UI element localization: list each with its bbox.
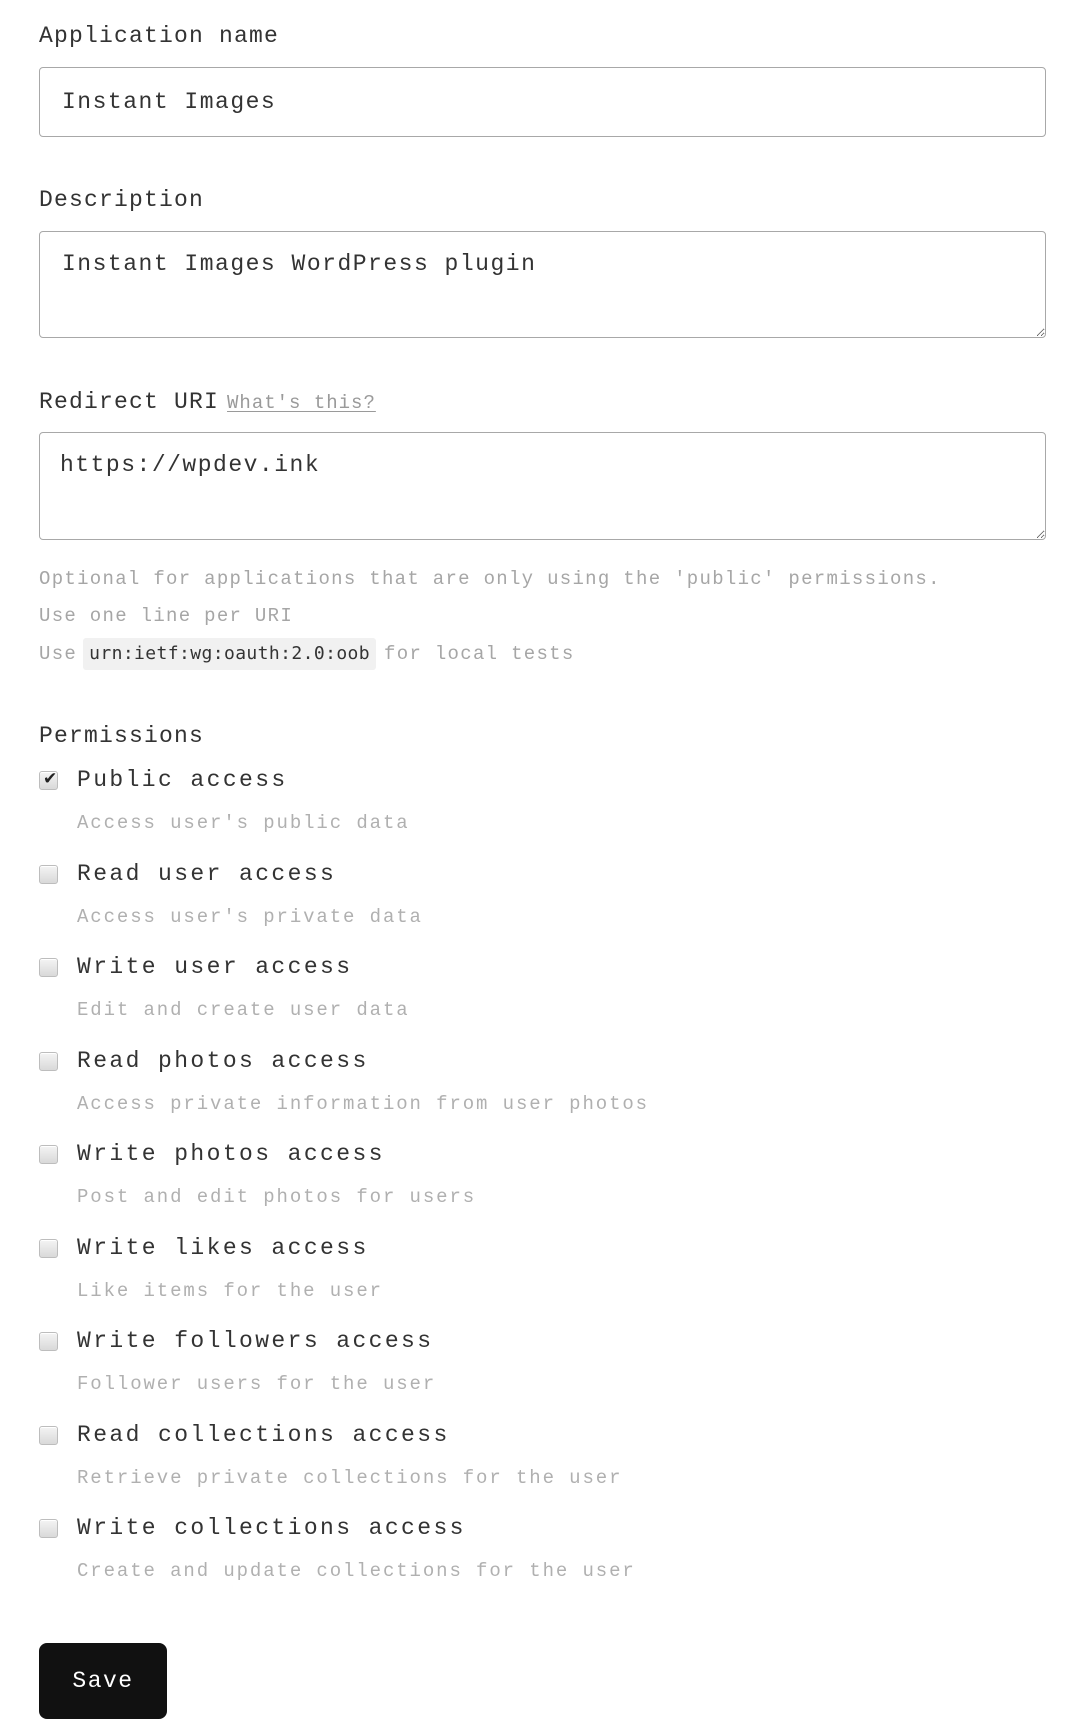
permission-checkbox[interactable]: ✔ (39, 1051, 58, 1071)
permission-description: Retrieve private collections for the use… (77, 1466, 623, 1489)
help-prefix: Use (39, 643, 78, 665)
permission-description: Edit and create user data (77, 999, 410, 1021)
permission-checkbox[interactable]: ✔ (39, 1238, 58, 1258)
permission-description: Access user's private data (77, 905, 423, 928)
permission-label[interactable]: Write photos access (77, 1139, 385, 1169)
permission-label[interactable]: Read collections access (77, 1420, 450, 1450)
checkmark-icon: ✔ (43, 769, 58, 789)
permission-checkbox[interactable]: ✔ (39, 958, 58, 977)
permission-label[interactable]: Read photos access (77, 1046, 369, 1076)
oob-code-chip: urn:ietf:wg:oauth:2.0:oob (83, 638, 377, 670)
permission-checkbox[interactable]: ✔ (39, 864, 58, 884)
redirect-help-local-tests: Use urn:ietf:wg:oauth:2.0:oob for local te… (39, 638, 575, 670)
permission-item-write-photos-access: ✔ Write photos access Post and edit phot… (39, 1141, 839, 1225)
permission-description: Access user's public data (77, 812, 410, 834)
help-suffix: for local tests (384, 643, 575, 665)
application-name-input[interactable] (39, 67, 1046, 137)
permission-item-write-user-access: ✔ Write user access Edit and create user… (39, 954, 839, 1038)
redirect-uri-textarea[interactable] (39, 432, 1046, 540)
permission-description: Like items for the user (77, 1279, 383, 1302)
permission-label[interactable]: Write followers access (77, 1326, 433, 1356)
redirect-help-one-line: Use one line per URI (39, 605, 294, 627)
permission-checkbox[interactable]: ✔ (39, 1425, 58, 1445)
permission-checkbox[interactable]: ✔ (39, 1519, 58, 1538)
description-label: Description (39, 187, 205, 213)
permission-label[interactable]: Public access (77, 765, 288, 795)
permission-checkbox[interactable]: ✔ (39, 1145, 58, 1164)
permission-item-public-access: ✔ Public access Access user's public dat… (39, 767, 839, 851)
application-name-label: Application name (39, 23, 280, 49)
permission-description: Post and edit photos for users (77, 1186, 477, 1208)
permission-label[interactable]: Write likes access (77, 1233, 369, 1263)
permission-label[interactable]: Write user access (77, 952, 352, 982)
permission-checkbox[interactable]: ✔ (39, 1332, 58, 1351)
permission-item-write-followers-access: ✔ Write followers access Follower users … (39, 1328, 839, 1412)
permission-item-read-photos-access: ✔ Read photos access Access private info… (39, 1048, 839, 1132)
redirect-help-optional: Optional for applications that are only … (39, 568, 941, 590)
redirect-uri-label: Redirect URI (39, 389, 220, 415)
permission-description: Create and update collections for the us… (77, 1560, 636, 1582)
permissions-heading: Permissions (39, 723, 205, 749)
permission-label[interactable]: Write collections access (77, 1513, 466, 1543)
permission-label[interactable]: Read user access (77, 859, 336, 889)
save-button[interactable]: Save (39, 1643, 167, 1719)
redirect-uri-label-row: Redirect URI What's this? (39, 388, 376, 417)
permission-checkbox[interactable]: ✔ (39, 769, 58, 790)
description-textarea[interactable] (39, 231, 1046, 338)
permission-item-write-collections-access: ✔ Write collections access Create and up… (39, 1515, 839, 1599)
permission-item-write-likes-access: ✔ Write likes access Like items for the … (39, 1235, 839, 1319)
permission-item-read-user-access: ✔ Read user access Access user's private… (39, 861, 839, 945)
permission-description: Follower users for the user (77, 1373, 437, 1395)
whats-this-link[interactable]: What's this? (227, 392, 376, 414)
permission-description: Access private information from user pho… (77, 1092, 649, 1115)
permission-item-read-collections-access: ✔ Read collections access Retrieve priva… (39, 1422, 839, 1506)
